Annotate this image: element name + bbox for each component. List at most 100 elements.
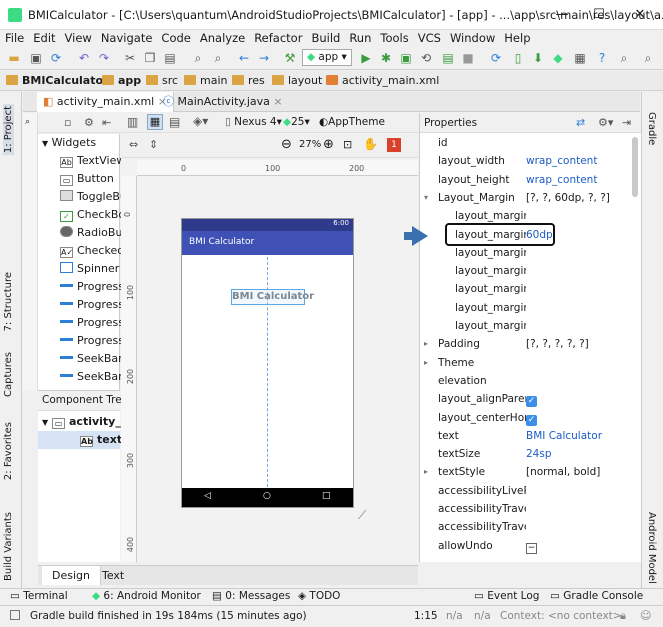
property-value[interactable]: ✓ [526,390,634,408]
gradle-tool-tab[interactable]: Gradle [646,112,657,145]
property-row[interactable]: accessibilityTraversa [420,518,634,536]
project-structure-icon[interactable]: ▦ [572,50,588,66]
paste-icon[interactable]: ▤ [162,50,178,66]
android-monitor-tab[interactable]: ◆ 6: Android Monitor [92,590,201,602]
orientation-icon[interactable]: ◈▾ [193,114,208,128]
resize-vertical-icon[interactable]: ⇕ [149,138,158,151]
palette-search-icon[interactable]: ⌕ [25,117,30,127]
theme-select[interactable]: ◐AppTheme [319,116,385,128]
property-row[interactable]: layout_width wrap_content [420,152,634,170]
gear-icon[interactable]: ⚙ [84,116,94,129]
event-log-tab[interactable]: ▭ Event Log [474,590,539,602]
menu-code[interactable]: Code [161,31,190,45]
maximize-button[interactable]: ☐ [585,4,613,26]
sync-icon[interactable]: ⟳ [48,50,64,66]
palette-item[interactable]: Spinner [60,260,119,278]
captures-tool-tab[interactable]: Captures [3,352,14,397]
gradle-console-tab[interactable]: ▭ Gradle Console [550,590,643,602]
property-row[interactable]: layout_marginT60dp [420,222,634,246]
chevron-right-icon[interactable]: ▸ [424,335,428,353]
search-icon[interactable]: ⌕ [616,50,632,66]
menu-tools[interactable]: Tools [380,31,408,45]
menu-vcs[interactable]: VCS [418,31,441,45]
property-row[interactable]: ▸ Theme [420,354,634,372]
search-everywhere-icon[interactable]: ⌕ [640,50,656,66]
crumb-app[interactable]: app [102,74,141,87]
menu-analyze[interactable]: Analyze [200,31,245,45]
close-icon[interactable]: × [273,95,282,108]
resize-handle-icon[interactable]: ⟋ [358,508,366,523]
build-variants-tool-tab[interactable]: Build Variants [3,512,14,581]
pan-hand-icon[interactable]: ✋ [363,137,378,151]
crumb-res[interactable]: res [232,74,265,87]
back-icon[interactable]: ← [236,50,252,66]
menu-navigate[interactable]: Navigate [101,31,153,45]
resize-horizontal-icon[interactable]: ⇔ [129,138,138,151]
favorites-tool-tab[interactable]: 2: Favorites [3,422,14,480]
close-button[interactable]: ✕ [626,4,654,26]
save-icon[interactable]: ▣ [28,50,44,66]
cut-icon[interactable]: ✂ [122,50,138,66]
help-icon[interactable]: ? [594,50,610,66]
chevron-right-icon[interactable]: ▸ [424,354,428,372]
palette-item[interactable]: Ab TextView [60,152,125,170]
project-tool-tab[interactable]: 1: Project [3,104,14,156]
menu-edit[interactable]: Edit [33,31,55,45]
palette-view-icon[interactable]: ▫ [64,116,71,129]
selected-textview[interactable]: BMI Calculator [231,289,314,305]
tab-design[interactable]: Design [42,566,101,585]
sync-gradle-icon[interactable]: ⟳ [488,50,504,66]
toggle-view-icon[interactable]: ⇄ [576,116,585,129]
lock-icon[interactable]: 🔒︎ [620,609,626,623]
property-row[interactable]: text BMI Calculator [420,427,634,445]
make-project-icon[interactable]: ⚒ [282,50,298,66]
tab-activity-main[interactable]: ◧ activity_main.xml × [37,92,174,112]
profile-icon[interactable]: ▤ [440,50,456,66]
inspector-icon[interactable]: ☺ [640,609,651,622]
property-row[interactable]: accessibilityTravers [420,500,634,518]
property-value[interactable]: 24sp [526,445,634,463]
property-row[interactable]: ▸ Padding [?, ?, ?, ?, ?] [420,335,634,353]
stop-icon[interactable]: ■ [460,50,476,66]
property-row[interactable]: layout_marginE [420,262,634,280]
minimize-button[interactable]: — [548,4,576,26]
crumb-main[interactable]: main [184,74,227,87]
attach-debugger-icon[interactable]: ▣ [398,50,414,66]
property-value[interactable]: [?, ?, 60dp, ?, ?] [526,189,634,207]
menu-refactor[interactable]: Refactor [254,31,302,45]
chevron-right-icon[interactable]: ▸ [424,463,428,481]
run-config-select[interactable]: ◆ app ▾ [302,49,352,66]
property-row[interactable]: elevation [420,372,634,390]
crumb-file[interactable]: activity_main.xml [326,74,439,87]
property-row[interactable]: accessibilityLiveReg [420,482,634,500]
property-value[interactable]: [?, ?, ?, ?, ?] [526,335,634,353]
property-row[interactable]: layout_height wrap_content [420,171,634,189]
debug-icon[interactable]: ✱ [378,50,394,66]
find-icon[interactable]: ⌕ [190,50,206,66]
toggle-tool-windows-icon[interactable] [10,610,20,620]
property-value[interactable]: [normal, bold] [526,463,634,481]
hide-icon[interactable]: ⇥ [622,116,631,129]
replace-icon[interactable]: ⌕ [210,50,226,66]
property-value[interactable]: BMI Calculator [526,427,634,445]
property-row[interactable]: layout_alignParentT✓ [420,390,634,408]
property-row[interactable]: layout_centerHorizo✓ [420,409,634,427]
caret-position[interactable]: 1:15 [414,610,438,622]
property-row[interactable]: id [420,134,634,152]
tree-item-root[interactable]: ▼ ▭ activity_m [42,413,132,431]
terminal-tab[interactable]: ▭ Terminal [10,590,68,602]
zoom-fit-icon[interactable]: ⊡ [343,138,352,151]
property-row[interactable]: ▸ textStyle [normal, bold] [420,463,634,481]
property-value[interactable]: wrap_content [526,171,634,189]
run-icon[interactable]: ▶ [358,50,374,66]
error-badge[interactable]: 1 [387,138,401,152]
design-mode-icon[interactable]: ▥ [127,115,138,129]
scrollbar-thumb[interactable] [632,137,638,197]
crumb-layout[interactable]: layout [272,74,322,87]
property-row[interactable]: ▾ Layout_Margin [?, ?, 60dp, ?, ?] [420,189,634,207]
structure-tool-tab[interactable]: 7: Structure [3,272,14,331]
todo-tab[interactable]: ◈ TODO [298,590,340,602]
tab-main-activity[interactable]: ⓒ MainActivity.java × [157,92,289,112]
menu-help[interactable]: Help [504,31,530,45]
avd-manager-icon[interactable]: ▯ [510,50,526,66]
